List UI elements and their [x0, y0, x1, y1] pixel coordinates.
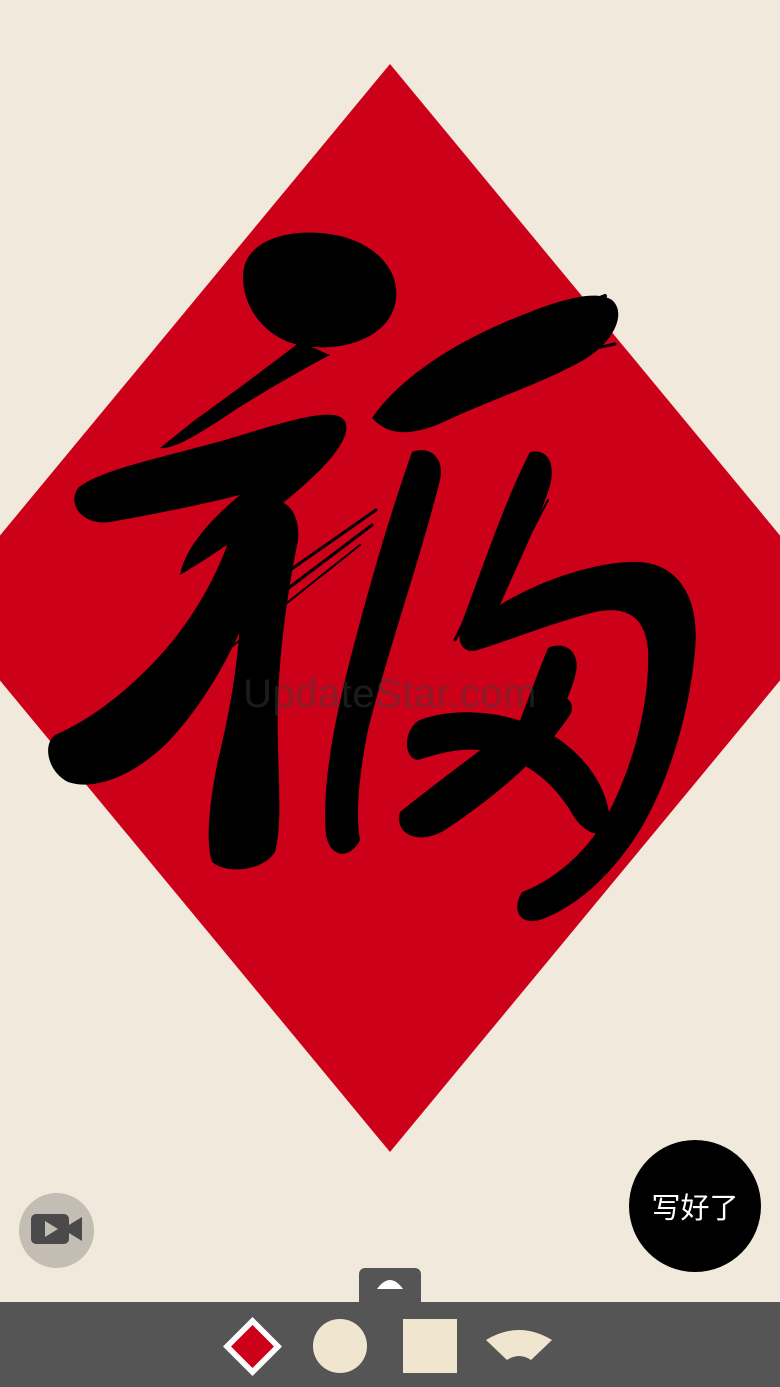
paper-shape-toolbar [0, 1302, 780, 1387]
video-camera-icon [30, 1212, 83, 1250]
record-video-button[interactable] [19, 1193, 94, 1268]
done-button[interactable]: 写好了 [629, 1140, 761, 1272]
shape-square-option[interactable] [402, 1318, 458, 1374]
done-label: 写好了 [651, 1191, 739, 1225]
shape-diamond-option[interactable] [221, 1315, 284, 1378]
chevron-up-icon [375, 1275, 405, 1295]
shape-fan-option[interactable] [485, 1326, 553, 1362]
shape-circle-option[interactable] [312, 1318, 368, 1374]
drawer-toggle-button[interactable] [359, 1268, 421, 1302]
writing-canvas[interactable] [0, 0, 780, 1302]
